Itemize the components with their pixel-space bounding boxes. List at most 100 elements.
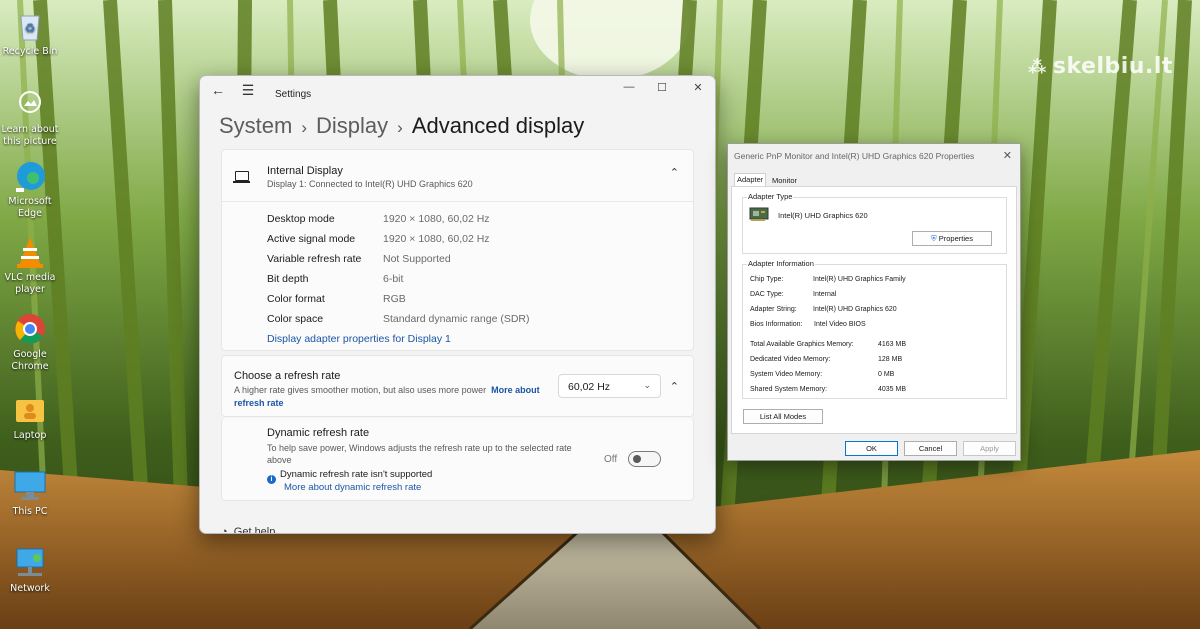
info-value: Intel(R) UHD Graphics Family — [813, 276, 906, 283]
maximize-button[interactable]: ☐ — [648, 81, 676, 94]
network-icon — [12, 545, 48, 581]
chevron-up-icon[interactable]: ⌃ — [670, 380, 679, 393]
title-bar: ← ☰ Settings — ☐ ✕ — [200, 76, 715, 112]
dynamic-refresh-title: Dynamic refresh rate — [267, 427, 370, 439]
adapter-name: Intel(R) UHD Graphics 620 — [778, 211, 868, 220]
memory-value: 4035 MB — [878, 386, 907, 393]
toggle-knob — [633, 455, 641, 463]
app-title: Settings — [275, 89, 312, 100]
page-title: Advanced display — [411, 113, 585, 138]
memory-value: 128 MB — [878, 356, 903, 363]
adapter-properties-button[interactable]: ⛨ Properties — [912, 231, 992, 246]
vlc-cone-icon — [12, 234, 48, 270]
memory-key: Dedicated Video Memory: — [750, 356, 831, 363]
desktop-icon-network[interactable]: Network — [0, 545, 60, 595]
selected-refresh-rate: 60,02 Hz — [568, 381, 611, 393]
memory-key: Shared System Memory: — [750, 386, 828, 393]
chevron-down-icon: ⌄ — [643, 380, 651, 390]
internal-display-header[interactable]: Internal Display Display 1: Connected to… — [222, 150, 693, 202]
laptop-icon — [233, 171, 250, 183]
breadcrumb-separator: › — [397, 118, 403, 137]
prop-value: 1920 × 1080, 60,02 Hz — [383, 213, 490, 225]
prop-label: Color space — [267, 313, 324, 325]
memory-key: System Video Memory: — [750, 371, 823, 378]
dialog-tab-panel: Adapter Type Intel(R) UHD Graphics 620 ⛨… — [731, 186, 1017, 434]
cancel-button[interactable]: Cancel — [904, 441, 957, 456]
desktop-icon-laptop[interactable]: Laptop — [0, 392, 60, 442]
info-value: Internal — [813, 291, 837, 298]
refresh-rate-dropdown[interactable]: 60,02 Hz ⌄ — [558, 374, 661, 398]
adapter-information-group: Adapter Information Chip Type: Intel(R) … — [742, 259, 1007, 399]
prop-label: Color format — [267, 293, 325, 305]
tab-adapter[interactable]: Adapter — [734, 173, 767, 186]
dialog-close-button[interactable]: ✕ — [1003, 149, 1012, 162]
toggle-state-label: Off — [604, 454, 618, 465]
dialog-title: Generic PnP Monitor and Intel(R) UHD Gra… — [734, 151, 975, 161]
watermark-logo: ⁂ skelbiu.lt — [1028, 54, 1173, 79]
memory-key: Total Available Graphics Memory: — [750, 341, 854, 348]
adapter-properties-dialog: Generic PnP Monitor and Intel(R) UHD Gra… — [727, 143, 1021, 461]
apply-button[interactable]: Apply — [963, 441, 1016, 456]
minimize-button[interactable]: — — [615, 81, 643, 93]
prop-label: Active signal mode — [267, 233, 356, 245]
info-icon: i — [267, 475, 276, 484]
dynamic-refresh-description: To help save power, Windows adjusts the … — [267, 443, 572, 465]
list-all-modes-button[interactable]: List All Modes — [743, 409, 823, 424]
camera-info-icon — [12, 86, 48, 122]
prop-value: 1920 × 1080, 60,02 Hz — [383, 233, 490, 245]
back-arrow-icon[interactable]: ← — [206, 82, 230, 98]
prop-value: Not Supported — [383, 253, 451, 265]
get-help-item[interactable]: ◔ Get help — [221, 526, 275, 534]
desktop-icon-chrome[interactable]: Google Chrome — [0, 311, 60, 373]
edge-icon — [12, 158, 48, 194]
refresh-rate-card: Choose a refresh rate A higher rate give… — [221, 355, 694, 417]
recycle-bin-icon: ♻ — [12, 8, 48, 44]
prop-label: Bit depth — [267, 273, 309, 285]
prop-label: Desktop mode — [267, 213, 335, 225]
info-value: Intel Video BIOS — [814, 321, 866, 328]
info-key: DAC Type: — [750, 291, 784, 298]
svg-text:♻: ♻ — [25, 21, 36, 35]
close-button[interactable]: ✕ — [684, 81, 712, 94]
dynamic-refresh-toggle[interactable] — [628, 451, 661, 467]
info-value: Intel(R) UHD Graphics 620 — [813, 306, 897, 313]
prop-value: 6-bit — [383, 273, 404, 285]
memory-value: 4163 MB — [878, 341, 907, 348]
shield-icon: ⛨ — [931, 234, 937, 243]
chrome-icon — [12, 311, 48, 347]
chevron-up-icon[interactable]: ⌃ — [670, 166, 679, 179]
group-label: Adapter Information — [747, 259, 815, 268]
internal-display-card: Internal Display Display 1: Connected to… — [221, 149, 694, 351]
prop-value: Standard dynamic range (SDR) — [383, 313, 530, 325]
display-connection: Display 1: Connected to Intel(R) UHD Gra… — [267, 179, 473, 189]
display-name: Internal Display — [267, 165, 343, 177]
desktop-icon-edge[interactable]: Microsoft Edge — [0, 158, 60, 220]
ok-button[interactable]: OK — [845, 441, 898, 456]
computer-monitor-icon — [12, 468, 48, 504]
display-adapter-properties-link[interactable]: Display adapter properties for Display 1 — [267, 333, 451, 345]
refresh-rate-title: Choose a refresh rate — [234, 370, 341, 382]
tab-monitor[interactable]: Monitor — [770, 175, 799, 186]
user-folder-icon — [12, 392, 48, 428]
graphics-card-icon — [749, 206, 769, 222]
hamburger-menu-icon[interactable]: ☰ — [236, 82, 260, 99]
desktop-icon-recycle-bin[interactable]: ♻ Recycle Bin — [0, 8, 60, 58]
breadcrumb-system[interactable]: System — [219, 113, 292, 138]
info-key: Adapter String: — [750, 306, 797, 313]
breadcrumb-separator: › — [301, 118, 308, 137]
group-label: Adapter Type — [747, 192, 794, 201]
prop-value: RGB — [383, 293, 406, 305]
help-icon: ◔ — [221, 526, 228, 534]
desktop-icon-learn-about-picture[interactable]: Learn about this picture — [0, 86, 60, 148]
breadcrumb: System › Display › Advanced display — [219, 113, 584, 139]
desktop-icon-vlc[interactable]: VLC media player — [0, 234, 60, 296]
breadcrumb-display[interactable]: Display — [316, 113, 388, 138]
info-key: Chip Type: — [750, 276, 784, 283]
settings-window: ← ☰ Settings — ☐ ✕ System › Display › Advanc… — [199, 75, 716, 534]
desktop-icon-this-pc[interactable]: This PC — [0, 468, 60, 518]
info-key: Bios Information: — [750, 321, 803, 328]
more-about-dynamic-refresh-link[interactable]: More about dynamic refresh rate — [284, 482, 421, 493]
adapter-type-group: Adapter Type Intel(R) UHD Graphics 620 ⛨… — [742, 192, 1007, 254]
dynamic-refresh-card: Dynamic refresh rate To help save power,… — [221, 418, 694, 501]
refresh-rate-description: A higher rate gives smoother motion, but… — [234, 385, 540, 408]
